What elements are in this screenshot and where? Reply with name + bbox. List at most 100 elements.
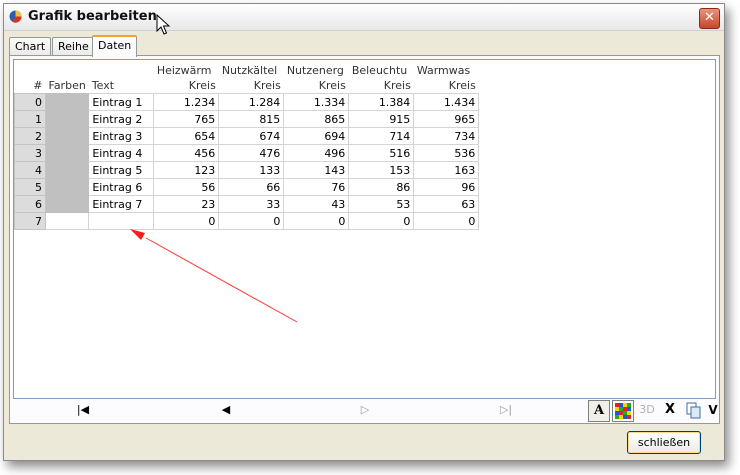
font-button[interactable]: A — [588, 400, 610, 422]
row-index[interactable]: 6 — [14, 195, 46, 213]
row-index[interactable]: 3 — [14, 144, 46, 162]
series-type-2[interactable]: Kreis — [283, 77, 349, 94]
color-cell[interactable] — [44, 212, 90, 230]
value-cell[interactable]: 96 — [413, 178, 480, 196]
value-cell[interactable]: 654 — [153, 127, 220, 145]
row-index[interactable]: 1 — [14, 110, 46, 128]
row-index[interactable]: 4 — [14, 161, 46, 179]
value-cell[interactable]: 0 — [218, 212, 285, 230]
table-row[interactable]: 6 Eintrag 7 23 33 43 53 63 — [14, 195, 480, 213]
table-row[interactable]: 0 Eintrag 1 1.234 1.284 1.334 1.384 1.434 — [14, 93, 480, 111]
tab-daten[interactable]: Daten — [92, 35, 138, 57]
tab-chart[interactable]: Chart — [9, 37, 52, 55]
value-cell[interactable]: 536 — [413, 144, 480, 162]
delete-button[interactable]: X — [662, 400, 678, 420]
value-cell[interactable]: 23 — [153, 195, 220, 213]
value-cell[interactable]: 1.384 — [348, 93, 415, 111]
text-cell[interactable]: Eintrag 3 — [88, 127, 155, 145]
paste-button[interactable]: V — [706, 400, 720, 420]
value-cell[interactable]: 476 — [218, 144, 285, 162]
value-cell[interactable]: 33 — [218, 195, 285, 213]
table-row[interactable]: 1 Eintrag 2 765 815 865 915 965 — [14, 110, 480, 128]
value-cell[interactable]: 865 — [283, 110, 350, 128]
value-cell[interactable]: 143 — [283, 161, 350, 179]
series-header-4[interactable]: Warmwas — [414, 61, 479, 77]
value-cell[interactable]: 516 — [348, 144, 415, 162]
series-type-4[interactable]: Kreis — [413, 77, 479, 94]
value-cell[interactable]: 915 — [348, 110, 415, 128]
next-record-button[interactable]: ▷ — [357, 402, 373, 418]
last-record-button[interactable]: ▷| — [498, 402, 514, 418]
value-cell[interactable]: 0 — [153, 212, 220, 230]
new-table-row[interactable]: 700000 — [14, 212, 480, 230]
value-cell[interactable]: 53 — [348, 195, 415, 213]
value-cell[interactable]: 1.434 — [413, 93, 480, 111]
value-cell[interactable]: 153 — [348, 161, 415, 179]
table-row[interactable]: 2 Eintrag 3 654 674 694 714 734 — [14, 127, 480, 145]
series-header-2[interactable]: Nutzenerg — [284, 61, 349, 77]
value-cell[interactable]: 0 — [348, 212, 415, 230]
close-dialog-button[interactable]: schließen — [627, 431, 701, 454]
value-cell[interactable]: 815 — [218, 110, 285, 128]
text-cell[interactable]: Eintrag 7 — [88, 195, 155, 213]
text-cell[interactable]: Eintrag 1 — [88, 93, 155, 111]
value-cell[interactable]: 0 — [413, 212, 480, 230]
value-cell[interactable]: 66 — [218, 178, 285, 196]
dialog-footer: schließen — [9, 428, 718, 456]
row-index[interactable]: 7 — [14, 212, 46, 230]
value-cell[interactable]: 123 — [153, 161, 220, 179]
previous-record-button[interactable]: ◀ — [218, 402, 234, 418]
text-cell[interactable]: Eintrag 6 — [88, 178, 155, 196]
value-cell[interactable]: 56 — [153, 178, 220, 196]
color-cell[interactable] — [44, 93, 90, 111]
text-cell[interactable]: Eintrag 5 — [88, 161, 155, 179]
value-cell[interactable]: 86 — [348, 178, 415, 196]
series-header-0[interactable]: Heizwärm — [154, 61, 219, 77]
text-cell[interactable]: Eintrag 4 — [88, 144, 155, 162]
color-cell[interactable] — [44, 195, 90, 213]
value-cell[interactable]: 674 — [218, 127, 285, 145]
text-cell[interactable] — [88, 212, 155, 230]
value-cell[interactable]: 76 — [283, 178, 350, 196]
value-cell[interactable]: 496 — [283, 144, 350, 162]
color-cell[interactable] — [44, 178, 90, 196]
app-icon — [9, 10, 22, 23]
value-cell[interactable]: 133 — [218, 161, 285, 179]
series-type-1[interactable]: Kreis — [218, 77, 284, 94]
table-row[interactable]: 4 Eintrag 5 123 133 143 153 163 — [14, 161, 480, 179]
row-index[interactable]: 5 — [14, 178, 46, 196]
value-cell[interactable]: 163 — [413, 161, 480, 179]
value-cell[interactable]: 456 — [153, 144, 220, 162]
row-index[interactable]: 2 — [14, 127, 46, 145]
color-cell[interactable] — [44, 161, 90, 179]
color-cell[interactable] — [44, 110, 90, 128]
first-record-button[interactable]: |◀ — [75, 402, 91, 418]
grid-header-row: Heizwärm Nutzkältel Nutzenerg Beleuchtu … — [15, 61, 479, 77]
value-cell[interactable]: 1.234 — [153, 93, 220, 111]
text-cell[interactable]: Eintrag 2 — [88, 110, 155, 128]
close-window-button[interactable]: ✕ — [699, 8, 720, 29]
tab-reihe[interactable]: Reihe — [52, 37, 95, 55]
value-cell[interactable]: 965 — [413, 110, 480, 128]
value-cell[interactable]: 43 — [283, 195, 350, 213]
color-cell[interactable] — [44, 144, 90, 162]
series-header-1[interactable]: Nutzkältel — [219, 61, 284, 77]
three-d-button[interactable]: 3D — [637, 400, 657, 420]
copy-button[interactable] — [685, 400, 703, 420]
color-cell[interactable] — [44, 127, 90, 145]
row-index[interactable]: 0 — [14, 93, 46, 111]
value-cell[interactable]: 1.334 — [283, 93, 350, 111]
table-row[interactable]: 3 Eintrag 4 456 476 496 516 536 — [14, 144, 480, 162]
series-type-3[interactable]: Kreis — [348, 77, 414, 94]
series-type-0[interactable]: Kreis — [153, 77, 219, 94]
value-cell[interactable]: 63 — [413, 195, 480, 213]
color-palette-button[interactable] — [612, 400, 634, 422]
value-cell[interactable]: 694 — [283, 127, 350, 145]
series-header-3[interactable]: Beleuchtu — [349, 61, 414, 77]
table-row[interactable]: 5 Eintrag 6 56 66 76 86 96 — [14, 178, 480, 196]
value-cell[interactable]: 1.284 — [218, 93, 285, 111]
value-cell[interactable]: 765 — [153, 110, 220, 128]
value-cell[interactable]: 714 — [348, 127, 415, 145]
value-cell[interactable]: 734 — [413, 127, 480, 145]
value-cell[interactable]: 0 — [283, 212, 350, 230]
